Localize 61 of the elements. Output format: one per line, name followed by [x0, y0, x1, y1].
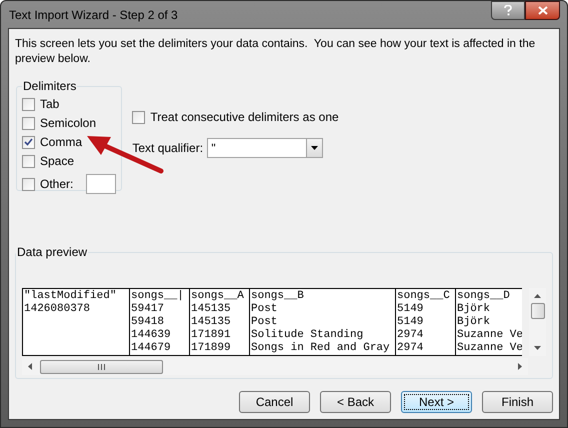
checkbox-label: Comma — [40, 134, 82, 151]
column-header: songs__B — [250, 290, 305, 303]
table-cell-text: 171891 — [190, 329, 232, 342]
table-cell-text: Björk — [456, 316, 492, 329]
table-cell-text: 144639 — [130, 329, 172, 342]
column-header: songs__C — [396, 290, 451, 303]
column-header: "lastModified" — [23, 290, 118, 303]
table-cell-text: 145135 — [190, 303, 232, 316]
table-cell-text: 171899 — [190, 342, 232, 355]
table-cell-text: 145135 — [190, 316, 232, 329]
checkbox[interactable] — [22, 98, 35, 110]
dialog-button[interactable]: < Back — [320, 391, 391, 413]
checkbox-label: Treat consecutive delimiters as one — [150, 109, 339, 126]
scrollbar-thumb[interactable] — [40, 360, 163, 374]
checkbox[interactable] — [22, 116, 35, 130]
table-cell-text: Post — [250, 316, 278, 329]
table-cell-text: 144679 — [130, 342, 172, 355]
close-button[interactable] — [525, 1, 560, 20]
table-cell: Suzanne Ve — [456, 342, 521, 355]
grip-icon — [98, 364, 105, 370]
table-cell-text: Post — [250, 303, 278, 316]
scroll-down-icon — [534, 346, 541, 350]
dialog-button[interactable]: Next > — [401, 391, 472, 413]
checkbox[interactable] — [22, 178, 35, 190]
checkbox[interactable] — [22, 154, 35, 168]
table-cell-text: Björk — [456, 303, 492, 316]
table-cell-text: 2974 — [396, 342, 424, 355]
scroll-up-icon — [534, 294, 541, 298]
text-qualifier-dropdown[interactable]: " — [207, 138, 324, 158]
table-cell-text: 59418 — [130, 316, 166, 329]
input-field[interactable] — [86, 174, 116, 194]
checkbox-label: Tab — [40, 96, 60, 113]
column-header: songs__D — [456, 290, 511, 303]
checkbox-label: Space — [40, 153, 74, 170]
scroll-left-icon — [28, 363, 32, 370]
table-cell-text: 59417 — [130, 303, 166, 316]
checkbox[interactable] — [22, 136, 35, 148]
checkbox[interactable] — [132, 110, 146, 124]
table-cell-text: Solitude Standing — [250, 329, 364, 342]
table-cell-text: Songs in Red and Gray — [250, 342, 391, 355]
scroll-right-icon — [518, 363, 522, 370]
checkbox-label: Semicolon — [40, 115, 96, 132]
table-cell-text: 2974 — [396, 329, 424, 342]
close-icon — [538, 6, 548, 15]
dialog-button[interactable]: Cancel — [239, 391, 310, 413]
column-header: songs__| — [130, 290, 185, 303]
field-label: Text qualifier: — [132, 140, 204, 157]
window-title: Text Import Wizard - Step 2 of 3 — [9, 7, 178, 24]
dialog-button[interactable]: Finish — [482, 391, 553, 413]
table-cell-text: 1426080378 — [23, 303, 92, 316]
table-cell-text: 5149 — [396, 316, 424, 329]
group-title: Delimiters — [22, 78, 78, 95]
table-cell: Suzanne Ve — [456, 329, 521, 342]
help-icon — [504, 5, 512, 16]
group-title: Data preview — [16, 244, 88, 261]
table-cell-text: 5149 — [396, 303, 424, 316]
instruction-text: This screen lets you set the delimiters your data contains. You can see how your text is affected in the preview below. — [15, 37, 536, 67]
scrollbar-thumb[interactable] — [530, 303, 544, 319]
checkbox-label: Other: — [40, 176, 74, 193]
column-header: songs__A — [190, 290, 245, 303]
help-button[interactable] — [491, 1, 525, 20]
